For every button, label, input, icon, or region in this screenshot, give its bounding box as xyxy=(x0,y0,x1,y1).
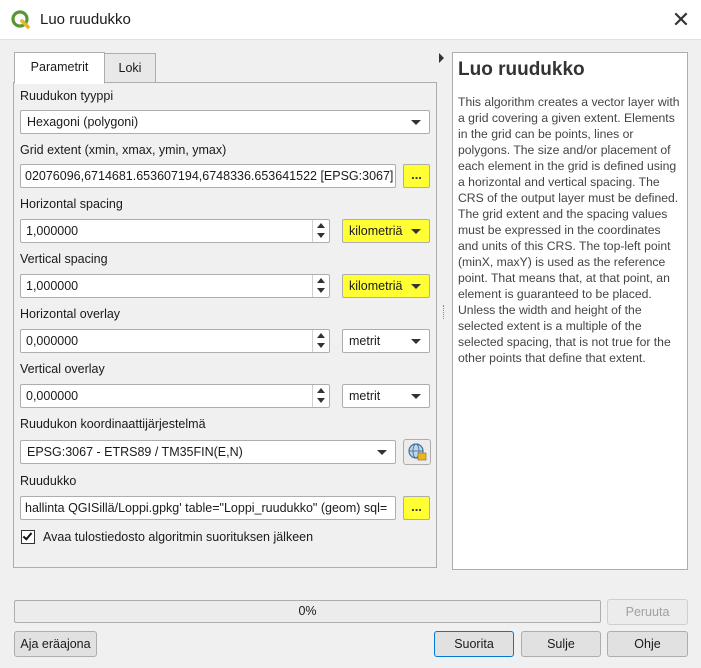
splitter-handle[interactable] xyxy=(443,305,445,319)
checkmark-icon xyxy=(22,530,33,541)
h-spacing-input[interactable]: 1,000000 xyxy=(20,219,330,243)
h-spacing-unit-select[interactable]: kilometriä xyxy=(342,219,430,243)
grid-type-value: Hexagoni (polygoni) xyxy=(27,115,139,129)
cancel-button[interactable]: Peruuta xyxy=(607,599,688,625)
chevron-down-icon xyxy=(411,394,421,399)
open-output-label[interactable]: Avaa tulostiedosto algoritmin suoritukse… xyxy=(43,530,313,544)
h-spacing-label: Horizontal spacing xyxy=(20,197,123,211)
chevron-down-icon xyxy=(411,229,421,234)
close-window-button[interactable]: ✕ xyxy=(666,6,696,34)
batch-process-button[interactable]: Aja eräajona xyxy=(14,631,97,657)
v-spacing-label: Vertical spacing xyxy=(20,252,108,266)
tab-parameters[interactable]: Parametrit xyxy=(14,52,105,84)
v-overlay-stepper[interactable] xyxy=(312,385,329,407)
output-input[interactable]: hallinta QGISillä/Loppi.gpkg' table="Lop… xyxy=(20,496,396,520)
crs-select[interactable]: EPSG:3067 - ETRS89 / TM35FIN(E,N) xyxy=(20,440,396,464)
title-bar: Luo ruudukko ✕ xyxy=(0,0,701,40)
h-overlay-stepper[interactable] xyxy=(312,330,329,352)
help-title: Luo ruudukko xyxy=(458,59,585,80)
qgis-logo-icon xyxy=(11,10,30,29)
tab-log[interactable]: Loki xyxy=(104,53,156,83)
h-spacing-unit-value: kilometriä xyxy=(349,224,403,238)
grid-type-label: Ruudukon tyyppi xyxy=(20,89,114,103)
arrow-up-icon xyxy=(317,388,325,393)
h-overlay-unit-select[interactable]: metrit xyxy=(342,329,430,353)
close-button[interactable]: Sulje xyxy=(521,631,601,657)
chevron-down-icon xyxy=(377,450,387,455)
v-overlay-input[interactable]: 0,000000 xyxy=(20,384,330,408)
collapse-help-arrow-icon[interactable] xyxy=(439,53,444,63)
h-overlay-input[interactable]: 0,000000 xyxy=(20,329,330,353)
grid-type-select[interactable]: Hexagoni (polygoni) xyxy=(20,110,430,134)
h-overlay-label: Horizontal overlay xyxy=(20,307,121,321)
v-overlay-label: Vertical overlay xyxy=(20,362,105,376)
v-spacing-unit-value: kilometriä xyxy=(349,279,403,293)
h-overlay-unit-value: metrit xyxy=(349,334,381,348)
progress-bar: 0% xyxy=(14,600,601,623)
crs-value: EPSG:3067 - ETRS89 / TM35FIN(E,N) xyxy=(27,445,243,459)
extent-input[interactable]: 02076096,6714681.653607194,6748336.65364… xyxy=(20,164,396,188)
arrow-down-icon xyxy=(317,398,325,403)
h-spacing-stepper[interactable] xyxy=(312,220,329,242)
output-label: Ruudukko xyxy=(20,474,77,488)
v-overlay-value: 0,000000 xyxy=(26,389,79,403)
run-button[interactable]: Suorita xyxy=(434,631,514,657)
window-title: Luo ruudukko xyxy=(40,11,131,28)
chevron-down-icon xyxy=(411,339,421,344)
output-browse-button[interactable]: ... xyxy=(403,496,430,520)
crs-selector-button[interactable] xyxy=(403,439,431,465)
v-spacing-unit-select[interactable]: kilometriä xyxy=(342,274,430,298)
arrow-down-icon xyxy=(317,343,325,348)
h-spacing-value: 1,000000 xyxy=(26,224,79,238)
extent-browse-button[interactable]: ... xyxy=(403,164,430,188)
v-spacing-stepper[interactable] xyxy=(312,275,329,297)
open-output-checkbox[interactable] xyxy=(21,530,35,544)
arrow-up-icon xyxy=(317,333,325,338)
extent-label: Grid extent (xmin, xmax, ymin, ymax) xyxy=(20,143,227,157)
help-text: This algorithm creates a vector layer wi… xyxy=(458,95,680,365)
v-spacing-input[interactable]: 1,000000 xyxy=(20,274,330,298)
help-panel: Luo ruudukko This algorithm creates a ve… xyxy=(452,52,688,570)
arrow-down-icon xyxy=(317,288,325,293)
arrow-up-icon xyxy=(317,278,325,283)
help-button[interactable]: Ohje xyxy=(607,631,688,657)
globe-icon xyxy=(408,443,427,461)
h-overlay-value: 0,000000 xyxy=(26,334,79,348)
arrow-up-icon xyxy=(317,223,325,228)
v-overlay-unit-value: metrit xyxy=(349,389,381,403)
chevron-down-icon xyxy=(411,284,421,289)
v-spacing-value: 1,000000 xyxy=(26,279,79,293)
v-overlay-unit-select[interactable]: metrit xyxy=(342,384,430,408)
arrow-down-icon xyxy=(317,233,325,238)
crs-label: Ruudukon koordinaattijärjestelmä xyxy=(20,417,206,431)
chevron-down-icon xyxy=(411,120,421,125)
